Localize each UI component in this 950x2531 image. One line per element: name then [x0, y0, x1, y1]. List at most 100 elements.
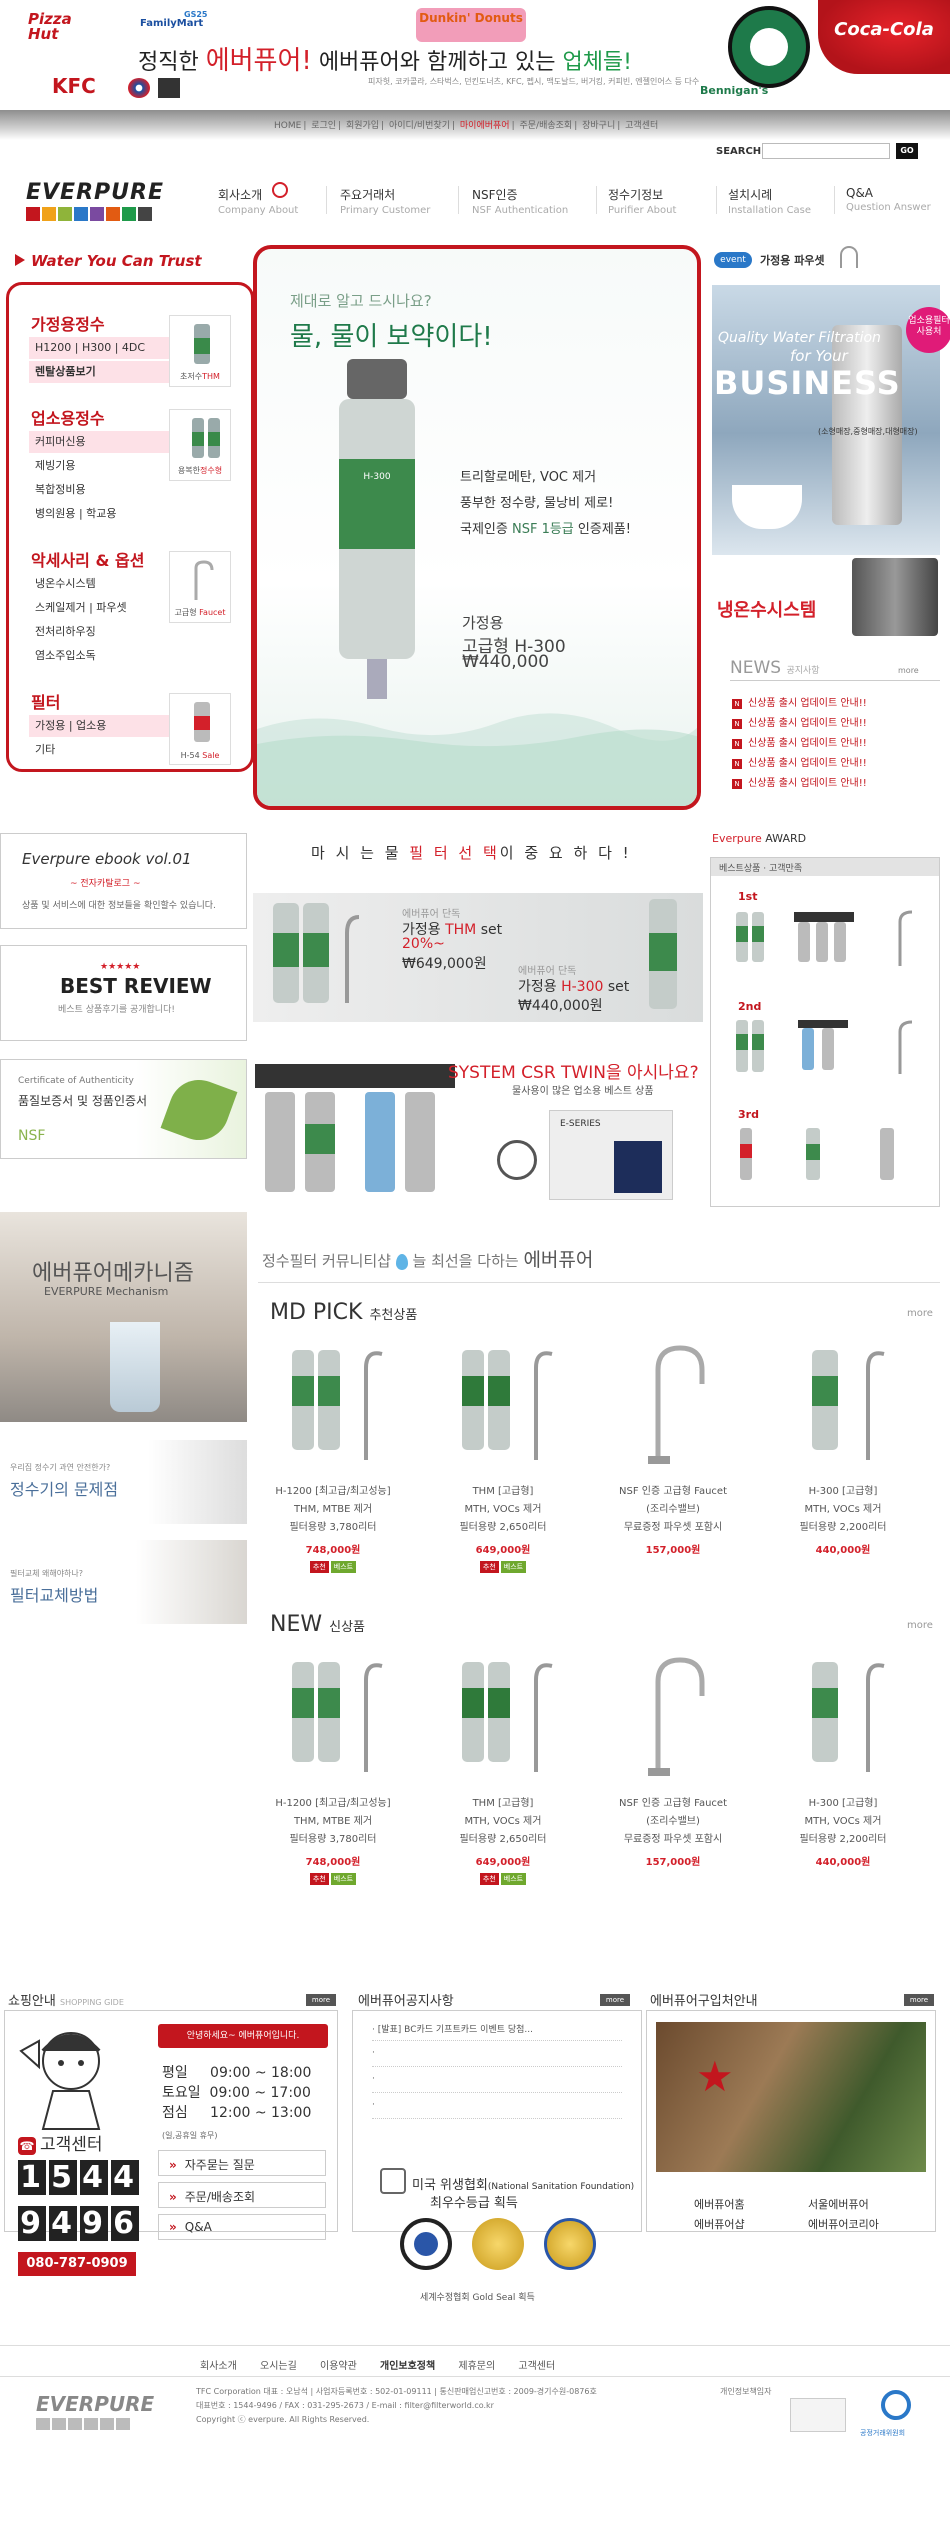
store-link[interactable]: 서울에버퓨어: [808, 2196, 869, 2212]
product-image[interactable]: [258, 1340, 408, 1470]
footer-link[interactable]: 회사소개: [200, 2361, 237, 2372]
cat-biz-thumb[interactable]: 용복한정수형: [169, 409, 231, 481]
product-card[interactable]: H-1200 [최고급/최고성능] THM, MTBE 제거 필터용량 3,780리…: [258, 1652, 408, 1885]
news-item[interactable]: N 신상품 출시 업데이트 안내!!: [732, 754, 867, 769]
notice-item[interactable]: ·: [372, 2048, 375, 2058]
footer-link[interactable]: 이용약관: [320, 2361, 357, 2372]
notice-item[interactable]: ·: [372, 2074, 375, 2084]
cat-filter-item[interactable]: 가정용 | 업소용: [29, 715, 169, 737]
stores-more[interactable]: more: [904, 1994, 934, 2006]
everpure-logo[interactable]: EVERPURE: [26, 180, 186, 226]
product-name[interactable]: H-1200 [최고급/최고성능]: [258, 1482, 408, 1497]
arrow-icon: [15, 254, 25, 266]
award-products[interactable]: [730, 908, 930, 1198]
product-card[interactable]: H-300 [고급형] MTH, VOCs 제거 필터용량 2,200리터 440,0…: [768, 1652, 918, 1883]
cat-acc-item[interactable]: 전처리하우징: [29, 621, 169, 643]
product-image[interactable]: [258, 1652, 408, 1782]
notice-more[interactable]: more: [600, 1994, 630, 2006]
cat-home-item[interactable]: H1200 | H300 | 4DC: [29, 337, 169, 359]
footer-link[interactable]: 오시는길: [260, 2361, 297, 2372]
event-text[interactable]: 가정용 파우셋: [760, 252, 825, 268]
product-name[interactable]: THM [고급형]: [428, 1794, 578, 1809]
notice-item[interactable]: · [발표] BC카드 기프트카드 이벤트 당첨...: [372, 2022, 533, 2035]
hours-lunch: 점심 12:00 ~ 13:00: [162, 2105, 312, 2121]
cat-filter-item[interactable]: 기타: [29, 739, 169, 761]
news-item[interactable]: N 신상품 출시 업데이트 안내!!: [732, 734, 867, 749]
cat-acc-item[interactable]: 스케일제거 | 파우셋: [29, 597, 169, 619]
link-cart[interactable]: 장바구니: [582, 121, 615, 131]
store-link[interactable]: 에버퓨어홈: [694, 2196, 745, 2212]
cat-biz-item[interactable]: 커피머신용: [29, 431, 169, 453]
cat-acc-thumb[interactable]: 고급형 Faucet: [169, 551, 231, 623]
qna-link[interactable]: » Q&A: [158, 2214, 326, 2240]
faq-link[interactable]: » 자주묻는 질문: [158, 2150, 326, 2176]
nav-qna[interactable]: Q&A Question Answer: [846, 186, 931, 213]
notice-item[interactable]: ·: [372, 2100, 375, 2110]
nav-installation[interactable]: 설치시례 Installation Case: [728, 186, 811, 216]
cat-rental-item[interactable]: 렌탈상품보기: [29, 361, 169, 383]
cat-acc-item[interactable]: 염소주입소독: [29, 645, 169, 667]
product-image[interactable]: [598, 1340, 748, 1470]
product-card[interactable]: NSF 인증 고급형 Faucet (조리수밸브) 무료증정 파우셋 포함시 157,…: [598, 1340, 748, 1571]
change-subtitle: 필터교체 왜해야하나?: [10, 1569, 84, 1578]
product-capacity: 필터용량 2,200리터: [799, 1522, 887, 1533]
cat-biz-title[interactable]: 업소용정수: [31, 405, 105, 429]
product-image[interactable]: [768, 1340, 918, 1470]
cat-filter-title[interactable]: 필터: [31, 689, 60, 713]
product-name[interactable]: H-300 [고급형]: [768, 1482, 918, 1497]
link-find-id[interactable]: 아이디/비번찾기: [389, 121, 450, 131]
product-capacity: 필터용량 3,780리터: [289, 1834, 377, 1845]
shop-more[interactable]: more: [306, 1994, 336, 2006]
product-image[interactable]: [768, 1652, 918, 1782]
cat-biz-item[interactable]: 병의원용 | 학교용: [29, 503, 169, 525]
thumb-caption: H-54 Sale: [180, 751, 220, 760]
link-my-everpure[interactable]: 마이에버퓨어: [460, 121, 510, 131]
link-join[interactable]: 회원가입: [346, 121, 379, 131]
cat-biz-item[interactable]: 복합정비용: [29, 479, 169, 501]
search-input[interactable]: [762, 143, 890, 159]
link-support[interactable]: 고객센터: [625, 121, 658, 131]
nav-nsf[interactable]: NSF인증 NSF Authentication: [472, 186, 568, 216]
mechanism-banner[interactable]: [0, 1212, 247, 1422]
cat-acc-title[interactable]: 악세사리 & 옵션: [31, 547, 144, 571]
cat-filter-thumb[interactable]: H-54 Sale: [169, 693, 231, 765]
product-name[interactable]: H-1200 [최고급/최고성능]: [258, 1794, 408, 1809]
footer-link[interactable]: 제휴문의: [458, 2361, 495, 2372]
nav-purifier[interactable]: 정수기정보 Purifier About: [608, 186, 676, 216]
product-capacity: 필터용량 2,650리터: [459, 1834, 547, 1845]
product-image[interactable]: [428, 1652, 578, 1782]
nav-customers[interactable]: 주요거래처 Primary Customer: [340, 186, 430, 216]
link-home[interactable]: HOME: [274, 121, 301, 131]
order-track-link[interactable]: » 주문/배송조회: [158, 2182, 326, 2208]
md-pick-more[interactable]: more: [907, 1308, 933, 1319]
link-order-track[interactable]: 주문/배송조회: [520, 121, 573, 131]
product-card[interactable]: H-1200 [최고급/최고성능] THM, MTBE 제거 필터용량 3,780리…: [258, 1340, 408, 1573]
product-card[interactable]: H-300 [고급형] MTH, VOCs 제거 필터용량 2,200리터 440,0…: [768, 1340, 918, 1571]
ban-thm-price: ₩649,000원: [402, 956, 487, 972]
footer-link[interactable]: 개인보호정책: [380, 2361, 435, 2372]
new-more[interactable]: more: [907, 1620, 933, 1631]
store-link[interactable]: 에버퓨어샵: [694, 2216, 745, 2232]
product-name[interactable]: NSF 인증 고급형 Faucet: [598, 1794, 748, 1809]
cat-biz-item[interactable]: 제빙기용: [29, 455, 169, 477]
search-go-button[interactable]: GO: [896, 143, 918, 159]
product-card[interactable]: NSF 인증 고급형 Faucet (조리수밸브) 무료증정 파우셋 포함시 157,…: [598, 1652, 748, 1883]
cat-acc-item[interactable]: 냉온수시스템: [29, 573, 169, 595]
news-item[interactable]: N 신상품 출시 업데이트 안내!!: [732, 694, 867, 709]
product-image[interactable]: [428, 1340, 578, 1470]
news-more-link[interactable]: more: [898, 666, 919, 675]
store-link[interactable]: 에버퓨어코리아: [808, 2216, 879, 2232]
cat-home-title[interactable]: 가정용정수: [31, 311, 105, 335]
product-name[interactable]: H-300 [고급형]: [768, 1794, 918, 1809]
footer-link[interactable]: 고객센터: [518, 2361, 555, 2372]
news-item[interactable]: N 신상품 출시 업데이트 안내!!: [732, 774, 867, 789]
news-item[interactable]: N 신상품 출시 업데이트 안내!!: [732, 714, 867, 729]
product-name[interactable]: NSF 인증 고급형 Faucet: [598, 1482, 748, 1497]
product-card[interactable]: THM [고급형] MTH, VOCs 제거 필터용량 2,650리터 649,000…: [428, 1652, 578, 1885]
product-card[interactable]: THM [고급형] MTH, VOCs 제거 필터용량 2,650리터 649,000…: [428, 1340, 578, 1573]
link-login[interactable]: 로그인: [311, 121, 336, 131]
certificate-banner[interactable]: [0, 1059, 247, 1159]
product-name[interactable]: THM [고급형]: [428, 1482, 578, 1497]
product-image[interactable]: [598, 1652, 748, 1782]
cat-home-thumb[interactable]: 초저수THM: [169, 315, 231, 387]
